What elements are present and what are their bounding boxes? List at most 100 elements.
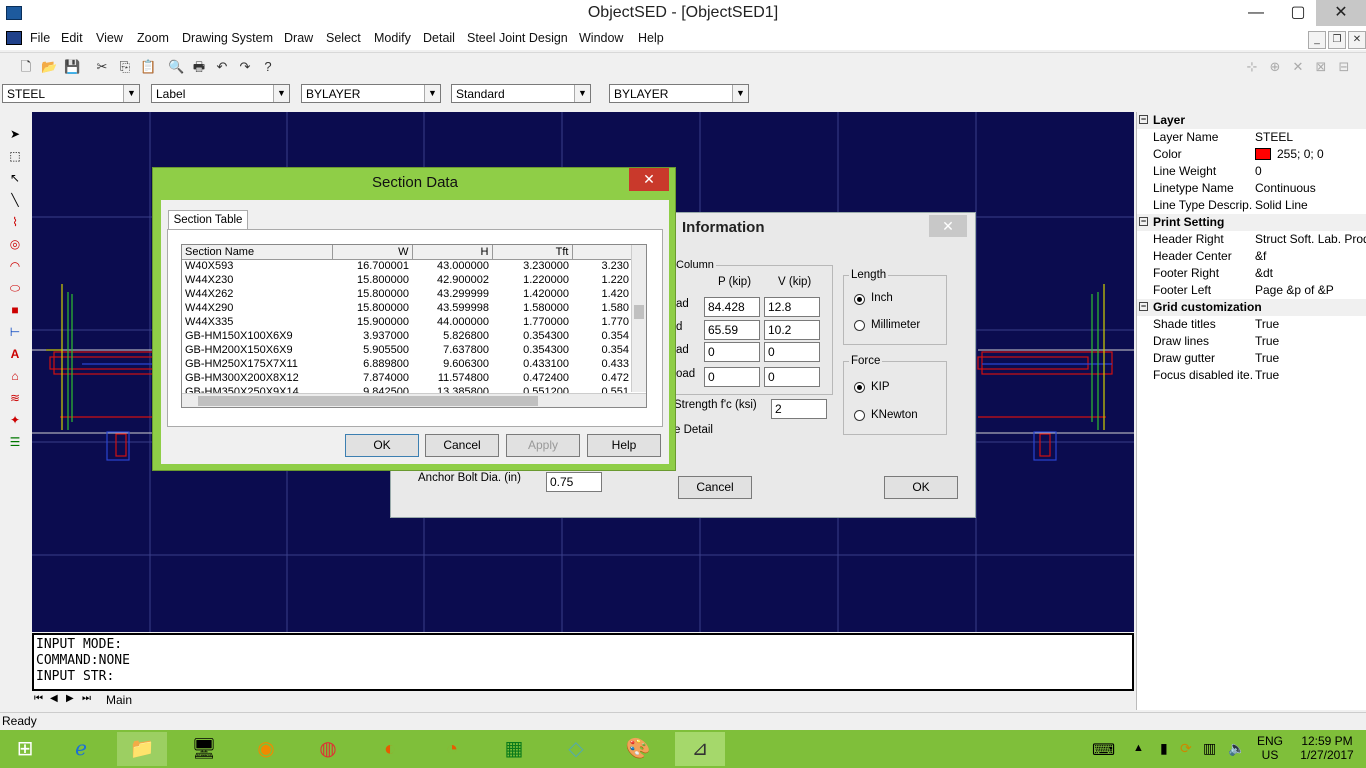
millimeter-radio[interactable] (854, 320, 865, 331)
mdi-minimize-button[interactable]: _ (1308, 31, 1326, 49)
v-field-2[interactable]: 10.2 (764, 320, 820, 340)
mdi-restore-button[interactable]: ❐ (1328, 31, 1346, 49)
doc-icon[interactable] (6, 31, 22, 45)
prop-row[interactable]: Header Center &f (1137, 248, 1366, 265)
firefox-icon[interactable]: ◐ (365, 732, 415, 766)
chrome-icon[interactable]: ◍ (303, 732, 353, 766)
paste-icon[interactable]: 📋 (140, 59, 156, 75)
first-tab-icon[interactable]: ⏮ (34, 693, 43, 704)
network-icon[interactable]: ▥ (1203, 740, 1216, 757)
battery-icon[interactable]: ▮ (1160, 740, 1168, 757)
block-icon[interactable]: ⌂ (6, 367, 24, 385)
header-w[interactable]: W (332, 245, 413, 259)
tab-section-table[interactable]: Section Table (168, 210, 248, 230)
category-grid-customization[interactable]: − Grid customization (1137, 299, 1366, 316)
undo-icon[interactable]: ↶ (214, 59, 230, 75)
minimize-button[interactable]: — (1234, 0, 1278, 26)
kip-radio[interactable] (854, 382, 865, 393)
v-field-3[interactable]: 0 (764, 342, 820, 362)
chevron-down-icon[interactable]: ▼ (123, 85, 139, 102)
section-close-button[interactable]: ✕ (629, 168, 669, 191)
prop-row[interactable]: Footer Left Page &p of &P (1137, 282, 1366, 299)
p-field-3[interactable]: 0 (704, 342, 760, 362)
information-close-button[interactable]: ✕ (929, 215, 967, 237)
table-row[interactable]: W44X230 15.800000 42.900002 1.220000 1.220 (182, 273, 632, 287)
circle-icon[interactable]: ◎ (6, 235, 24, 253)
media-player-icon[interactable]: ◉ (241, 732, 291, 766)
hatch-icon[interactable]: ≋ (6, 389, 24, 407)
cut-icon[interactable]: ✂ (94, 59, 110, 75)
menu-draw[interactable]: Draw (284, 31, 313, 45)
information-cancel-button[interactable]: Cancel (678, 476, 752, 499)
menu-window[interactable]: Window (579, 31, 623, 45)
menu-detail[interactable]: Detail (423, 31, 455, 45)
prop-row[interactable]: Linetype Name Continuous (1137, 180, 1366, 197)
control-panel-icon[interactable]: 🖥 (179, 732, 229, 766)
menu-file[interactable]: File (30, 31, 50, 45)
chevron-down-icon[interactable]: ▼ (424, 85, 440, 102)
last-tab-icon[interactable]: ⏭ (82, 693, 91, 704)
show-hidden-icons[interactable]: ▲ (1133, 742, 1144, 754)
redo-icon[interactable]: ↷ (237, 59, 253, 75)
color-combo[interactable]: BYLAYER ▼ (609, 84, 749, 103)
prop-row[interactable]: Header Right Struct Soft. Lab. Prod... (1137, 231, 1366, 248)
header-tft[interactable]: Tft (492, 245, 573, 259)
table-row[interactable]: W40X593 16.700001 43.000000 3.230000 3.230 (182, 259, 632, 273)
select-pick-icon[interactable]: ↖ (6, 169, 24, 187)
knewton-radio[interactable] (854, 410, 865, 421)
collapse-icon[interactable]: − (1139, 217, 1148, 226)
prop-row[interactable]: Layer Name STEEL (1137, 129, 1366, 146)
inch-radio[interactable] (854, 294, 865, 305)
table-row[interactable]: GB-HM150X100X6X9 3.937000 5.826800 0.354300… (182, 329, 632, 343)
properties-icon[interactable]: ☰ (6, 433, 24, 451)
snap-icon[interactable]: ⊹ (1244, 59, 1260, 75)
polyline-icon[interactable]: ⌇ (6, 213, 24, 231)
v-field-1[interactable]: 12.8 (764, 297, 820, 317)
point-icon[interactable]: ✦ (6, 411, 24, 429)
prop-row[interactable]: Draw gutter True (1137, 350, 1366, 367)
keyboard-icon[interactable]: ⌨ (1092, 740, 1115, 760)
category-print-setting[interactable]: − Print Setting (1137, 214, 1366, 231)
v-field-4[interactable]: 0 (764, 367, 820, 387)
p-field-4[interactable]: 0 (704, 367, 760, 387)
clock[interactable]: 12:59 PM 1/27/2017 (1292, 734, 1362, 762)
prop-row[interactable]: Focus disabled ite... True (1137, 367, 1366, 384)
ellipse-icon[interactable]: ⬭ (6, 279, 24, 297)
table-row[interactable]: GB-HM300X200X8X12 7.874000 11.574800 0.4724… (182, 371, 632, 385)
prop-row[interactable]: Color 255; 0; 0 (1137, 146, 1366, 163)
header-h[interactable]: H (412, 245, 493, 259)
maximize-button[interactable]: ▢ (1276, 0, 1320, 26)
anchor-bolt-field[interactable]: 0.75 (546, 472, 602, 492)
prop-row[interactable]: Line Type Descrip... Solid Line (1137, 197, 1366, 214)
linetype-combo[interactable]: BYLAYER ▼ (301, 84, 441, 103)
store-icon[interactable]: ▦ (489, 732, 539, 766)
label-combo[interactable]: Label ▼ (151, 84, 290, 103)
volume-icon[interactable]: 🔈 (1228, 740, 1245, 757)
category-layer[interactable]: − Layer (1137, 112, 1366, 129)
prop-row[interactable]: Draw lines True (1137, 333, 1366, 350)
section-ok-button[interactable]: OK (345, 434, 419, 457)
prop-row[interactable]: Shade titles True (1137, 316, 1366, 333)
p-field-2[interactable]: 65.59 (704, 320, 760, 340)
table-row[interactable]: W44X262 15.800000 43.299999 1.420000 1.420 (182, 287, 632, 301)
scrollbar-thumb[interactable] (198, 396, 538, 406)
chevron-down-icon[interactable]: ▼ (273, 85, 289, 102)
objectsed-task-icon[interactable]: ⊿ (675, 732, 725, 766)
open-folder-icon[interactable]: 📂 (41, 59, 57, 75)
intersection-snap-icon[interactable]: ✕ (1290, 59, 1306, 75)
new-file-icon[interactable]: 🗋 (18, 59, 34, 75)
arc-icon[interactable]: ◠ (6, 257, 24, 275)
table-row[interactable]: GB-HM200X150X6X9 5.905500 7.637800 0.354300… (182, 343, 632, 357)
table-row[interactable]: W44X335 15.900000 44.000000 1.770000 1.770 (182, 315, 632, 329)
menu-help[interactable]: Help (638, 31, 664, 45)
menu-zoom[interactable]: Zoom (137, 31, 169, 45)
section-help-button[interactable]: Help (587, 434, 661, 457)
layer-combo[interactable]: STEEL ▼ (2, 84, 140, 103)
mdi-close-button[interactable]: ✕ (1348, 31, 1366, 49)
table-row[interactable]: GB-HM250X175X7X11 6.889800 9.606300 0.43310… (182, 357, 632, 371)
collapse-icon[interactable]: − (1139, 115, 1148, 124)
section-apply-button[interactable]: Apply (506, 434, 580, 457)
center-snap-icon[interactable]: ⊕ (1267, 59, 1283, 75)
start-button[interactable]: ⊞ (0, 732, 50, 766)
print-icon[interactable]: 🖶 (191, 59, 207, 75)
